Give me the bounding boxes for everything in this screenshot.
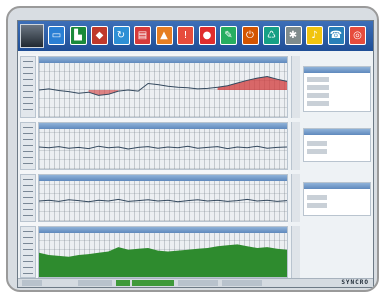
status-active-segment[interactable] <box>116 280 130 286</box>
scale-gauge-2 <box>20 122 36 170</box>
trend-panel-2 <box>38 122 288 170</box>
right-scale-4 <box>291 226 300 278</box>
trend-chart-1 <box>39 75 287 96</box>
status-segment[interactable] <box>22 280 42 286</box>
toolbar: ▭ ▙ ◆ ↻ ▤ ▲! ● ✎ ⏻ ♺ ✱ ♪ ☎ ◎ <box>18 21 373 51</box>
gear-icon[interactable]: ✱ <box>284 26 302 45</box>
status-segment[interactable] <box>78 280 112 286</box>
status-active-segment[interactable] <box>132 280 174 286</box>
status-segment[interactable] <box>222 280 262 286</box>
right-scale-2 <box>291 122 300 170</box>
info-table-header <box>304 129 370 135</box>
power-icon[interactable]: ⏻ <box>241 26 259 45</box>
trend-chart-3 <box>39 198 287 203</box>
alarm-icon[interactable]: ◎ <box>349 26 366 45</box>
pencil-icon[interactable]: ✎ <box>220 26 237 45</box>
chart-area <box>20 54 288 280</box>
device-frame: ▭ ▙ ◆ ↻ ▤ ▲! ● ✎ ⏻ ♺ ✱ ♪ ☎ ◎ SYNCRO <box>6 6 379 292</box>
alert-band <box>217 76 287 90</box>
bell-icon[interactable]: ♪ <box>306 26 323 45</box>
brand-logo: SYNCRO <box>341 279 369 286</box>
scale-gauge-4 <box>20 226 36 278</box>
status-bar: SYNCRO <box>18 278 373 287</box>
flag-icon[interactable]: ▙ <box>69 26 87 45</box>
scale-gauge-1 <box>20 56 36 118</box>
area-series <box>39 244 287 277</box>
stop-icon[interactable]: ● <box>198 26 216 45</box>
info-table-header <box>304 67 370 73</box>
info-table-1 <box>303 66 371 112</box>
info-table-header <box>304 183 370 189</box>
phone-icon[interactable]: ☎ <box>327 26 345 45</box>
trend-chart-4 <box>39 244 287 277</box>
trend-panel-1 <box>38 56 288 118</box>
info-table-3 <box>303 182 371 216</box>
flame-icon[interactable]: ▲ <box>155 26 173 45</box>
monitor-icon[interactable]: ▭ <box>48 26 65 45</box>
warning-icon[interactable]: ! <box>177 26 194 45</box>
app-logo <box>20 24 44 48</box>
refresh-icon[interactable]: ↻ <box>112 26 130 45</box>
trend-panel-4 <box>38 226 288 278</box>
right-scale-3 <box>291 174 300 222</box>
scale-gauge-3 <box>20 174 36 222</box>
status-segment[interactable] <box>178 280 218 286</box>
trend-panel-3 <box>38 174 288 222</box>
trend-line <box>39 198 287 203</box>
right-scale-1 <box>291 56 300 118</box>
trend-chart-2 <box>39 145 287 150</box>
palette-icon[interactable]: ◆ <box>91 26 108 45</box>
monitor-screen: ▭ ▙ ◆ ↻ ▤ ▲! ● ✎ ⏻ ♺ ✱ ♪ ☎ ◎ SYNCRO <box>17 20 374 288</box>
trend-line <box>39 145 287 150</box>
side-panel <box>291 54 373 280</box>
recycle-icon[interactable]: ♺ <box>263 26 280 45</box>
info-table-2 <box>303 128 371 162</box>
document-icon[interactable]: ▤ <box>134 26 151 45</box>
